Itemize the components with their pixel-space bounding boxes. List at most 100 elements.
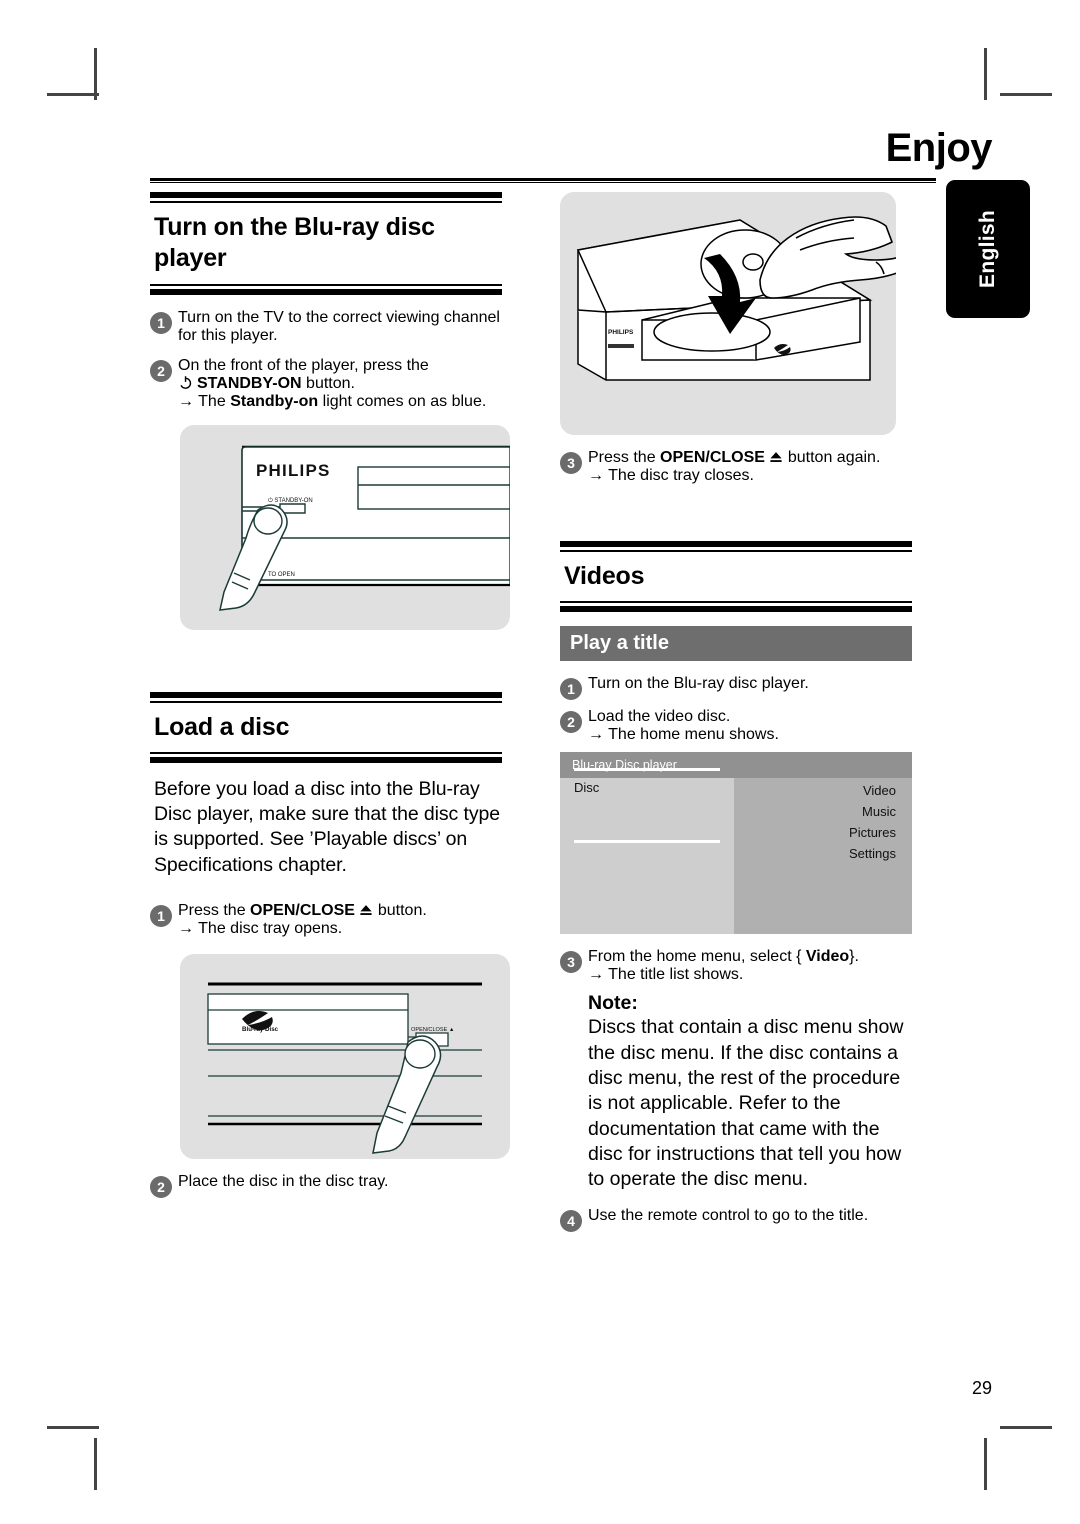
rule-thin-bottom bbox=[150, 283, 502, 286]
list-item: 2 On the front of the player, press the … bbox=[150, 357, 502, 411]
home-menu-item-pictures[interactable]: Pictures bbox=[849, 822, 896, 843]
step-text: Load the video disc. → The home menu sho… bbox=[588, 708, 912, 744]
step-number: 2 bbox=[150, 1176, 172, 1199]
language-tab: English bbox=[946, 180, 1030, 318]
step-number: 1 bbox=[150, 905, 172, 928]
home-menu-items: Video Music Pictures Settings bbox=[849, 780, 896, 864]
home-menu-item-music[interactable]: Music bbox=[849, 801, 896, 822]
home-menu-item-settings[interactable]: Settings bbox=[849, 843, 896, 864]
result-text-before: The bbox=[198, 392, 226, 410]
press-open-close-again-step: 3 Press the OPEN/CLOSE button again. → T… bbox=[560, 449, 912, 485]
player-front-open-close-figure: Blu-ray Disc OPEN/CLOSE ▲ bbox=[180, 954, 510, 1160]
step-text-after: button again. bbox=[787, 449, 881, 466]
home-menu-screenshot: Blu-ray Disc player Disc Video Music Pic… bbox=[560, 752, 912, 935]
step-result: → The disc tray opens. bbox=[178, 920, 502, 938]
left-column: Turn on the Blu-ray disc player 1 Turn o… bbox=[150, 192, 510, 1210]
arrow-icon: → bbox=[588, 467, 604, 484]
chapter-title: Enjoy bbox=[885, 126, 993, 170]
step-text-after: button. bbox=[377, 902, 427, 920]
step-text: From the home menu, select { Video}. → T… bbox=[588, 948, 912, 984]
step-text: Place the disc in the disc tray. bbox=[178, 1173, 389, 1191]
step-text-before: On the front of the player, press the bbox=[178, 356, 429, 374]
home-menu-item-video[interactable]: Video bbox=[849, 780, 896, 801]
step-number: 1 bbox=[560, 678, 582, 701]
svg-text:PHILIPS: PHILIPS bbox=[608, 329, 634, 336]
list-item: 4 Use the remote control to go to the ti… bbox=[560, 1207, 912, 1232]
step-number: 4 bbox=[560, 1209, 582, 1232]
step-number: 3 bbox=[560, 951, 582, 974]
crop-mark-bottom-left-horizontal bbox=[47, 1426, 99, 1429]
player-front-standby-drawing: PHILIPS ⏻ STANDBY-ON TO OPEN bbox=[219, 445, 510, 611]
step-number: 3 bbox=[560, 452, 582, 474]
step-result: → The title list shows. bbox=[588, 966, 912, 984]
note-body: Discs that contain a disc menu show the … bbox=[588, 1016, 904, 1191]
svg-text:Blu-ray Disc: Blu-ray Disc bbox=[242, 1026, 279, 1033]
step-text: Turn on the TV to the correct viewing ch… bbox=[178, 308, 500, 344]
header-rule bbox=[150, 178, 936, 183]
svg-text:⏻ STANDBY-ON: ⏻ STANDBY-ON bbox=[268, 497, 313, 504]
rule-thin-bottom bbox=[560, 601, 912, 604]
step-result: → The disc tray closes. bbox=[588, 467, 912, 485]
result-text: The home menu shows. bbox=[608, 726, 779, 744]
step-text: Press the OPEN/CLOSE button. → The disc … bbox=[178, 902, 502, 938]
rule-thick-top bbox=[150, 691, 502, 698]
list-item: 3 From the home menu, select { Video}. →… bbox=[560, 948, 912, 984]
crop-mark-top-left-horizontal bbox=[47, 93, 99, 96]
arrow-icon: → bbox=[178, 392, 194, 410]
crop-mark-bottom-right-vertical bbox=[984, 1438, 987, 1490]
section-title-turn-on: Turn on the Blu-ray disc player bbox=[154, 213, 435, 273]
load-a-disc-steps-list-2: 2 Place the disc in the disc tray. bbox=[150, 1173, 502, 1199]
eject-icon bbox=[770, 452, 783, 462]
list-item: 3 Press the OPEN/CLOSE button again. → T… bbox=[560, 449, 912, 485]
rule-thin-bottom bbox=[150, 751, 502, 754]
svg-text:PHILIPS: PHILIPS bbox=[256, 461, 331, 480]
section-title-videos: Videos bbox=[564, 562, 645, 590]
step-bold-open-close: OPEN/CLOSE bbox=[250, 902, 355, 920]
arrow-icon: → bbox=[588, 966, 604, 984]
list-item: 2 Place the disc in the disc tray. bbox=[150, 1173, 502, 1199]
step-text-after: }. bbox=[849, 948, 859, 966]
crop-mark-top-right-horizontal bbox=[1000, 93, 1052, 96]
rule-thick-bottom bbox=[150, 756, 502, 763]
home-menu-left-panel bbox=[560, 778, 734, 935]
load-a-disc-paragraph: Before you load a disc into the Blu-ray … bbox=[154, 777, 500, 876]
standby-power-icon bbox=[179, 375, 192, 389]
step-number: 2 bbox=[560, 711, 582, 734]
step-bold-standby-on: STANDBY-ON bbox=[197, 374, 302, 392]
page-number: 29 bbox=[971, 1378, 992, 1398]
step-text: Turn on the Blu-ray disc player. bbox=[588, 675, 809, 693]
home-menu-title-bar: Blu-ray Disc player bbox=[560, 752, 912, 779]
disc-loading-tray-drawing: PHILIPS bbox=[576, 216, 896, 381]
step-number: 1 bbox=[150, 311, 172, 334]
result-text: The disc tray closes. bbox=[608, 467, 754, 484]
crop-mark-bottom-right-horizontal bbox=[1000, 1426, 1052, 1429]
result-bold-standby-on: Standby-on bbox=[230, 392, 319, 410]
result-text: The title list shows. bbox=[608, 966, 744, 984]
section-title-load-a-disc: Load a disc bbox=[154, 712, 290, 741]
step-result: → The home menu shows. bbox=[588, 726, 912, 744]
step-text-before: Press the bbox=[588, 449, 656, 466]
step-bold-open-close: OPEN/CLOSE bbox=[660, 449, 765, 466]
step-text-before: Press the bbox=[178, 902, 246, 920]
result-text: The disc tray opens. bbox=[198, 920, 343, 938]
player-front-standby-figure: PHILIPS ⏻ STANDBY-ON TO OPEN bbox=[180, 424, 510, 630]
step-bold-video: Video bbox=[805, 948, 850, 966]
arrow-icon: → bbox=[588, 726, 604, 744]
rule-thick-bottom bbox=[150, 288, 502, 295]
manual-page: Enjoy English Turn on the Blu-ray disc p… bbox=[0, 0, 1080, 1524]
language-tab-label: English bbox=[975, 210, 999, 288]
home-menu-divider-bottom bbox=[574, 840, 720, 844]
rule-thick-bottom bbox=[560, 606, 912, 613]
home-menu-source-label: Disc bbox=[574, 780, 600, 796]
step-text: Press the OPEN/CLOSE button again. → The… bbox=[588, 449, 912, 485]
step-text-before: From the home menu, select { bbox=[588, 948, 802, 966]
list-item: 1 Turn on the Blu-ray disc player. bbox=[560, 675, 912, 701]
player-front-open-close-drawing: Blu-ray Disc OPEN/CLOSE ▲ bbox=[207, 982, 482, 1154]
crop-mark-top-right-vertical bbox=[984, 48, 987, 100]
list-item: 2 Load the video disc. → The home menu s… bbox=[560, 708, 912, 744]
load-a-disc-steps-list: 1 Press the OPEN/CLOSE button. → The dis… bbox=[150, 902, 502, 938]
crop-mark-bottom-left-vertical bbox=[94, 1438, 97, 1490]
note-title: Note: bbox=[588, 992, 638, 1015]
section-heading-turn-on: Turn on the Blu-ray disc player bbox=[150, 192, 502, 295]
result-text-after: light comes on as blue. bbox=[322, 392, 487, 410]
